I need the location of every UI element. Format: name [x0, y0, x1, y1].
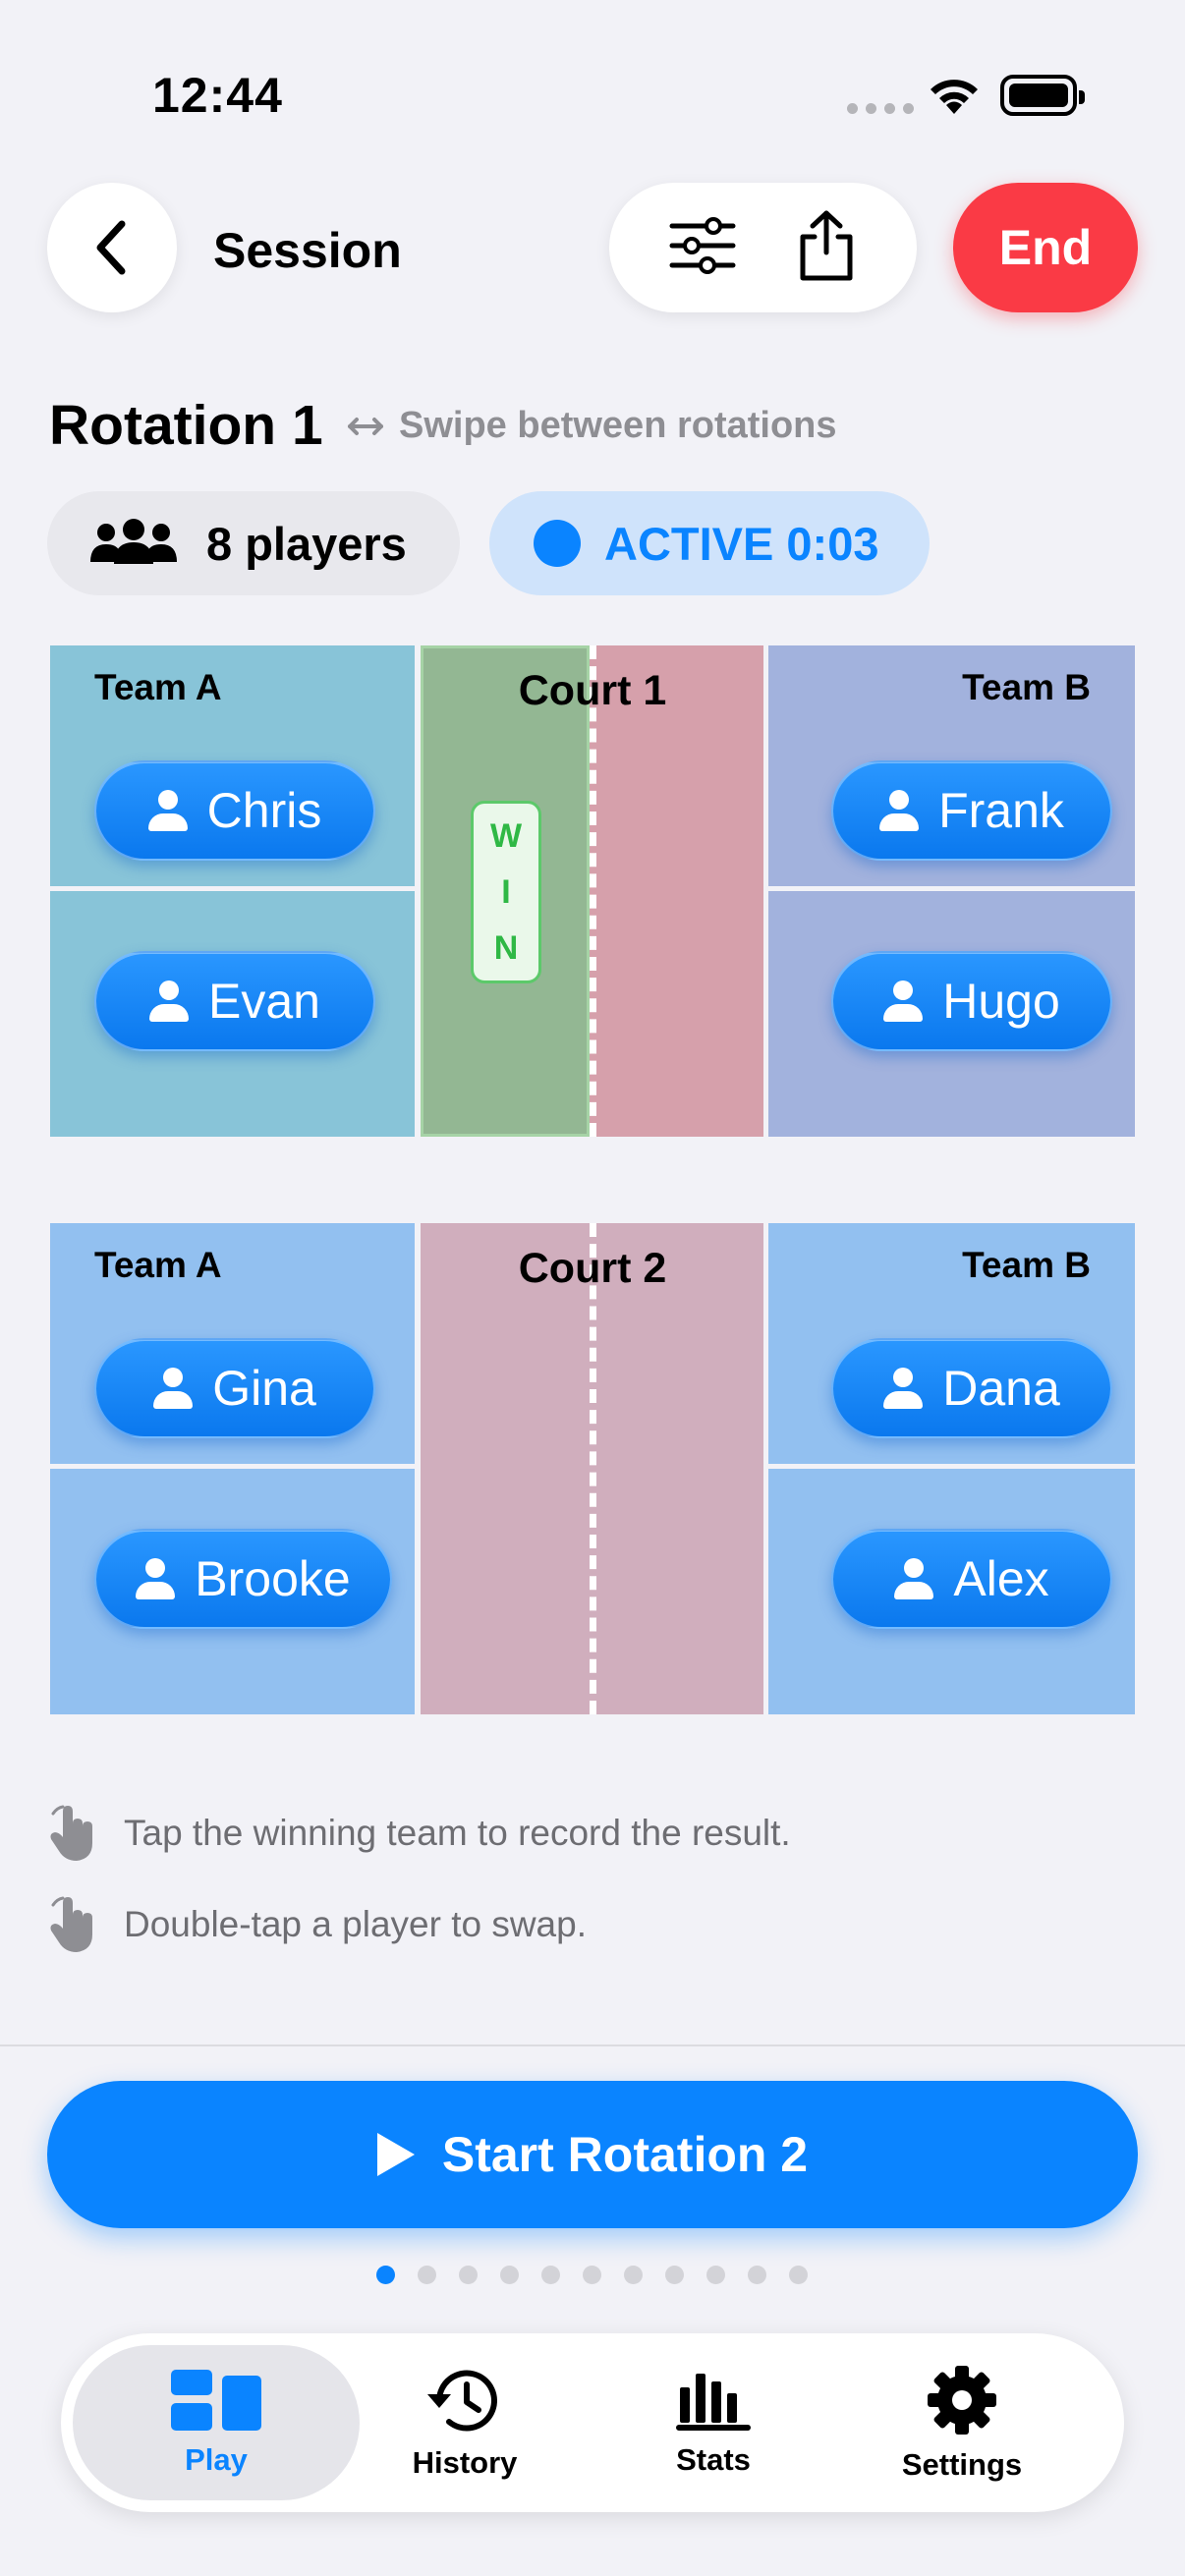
sliders-icon: [669, 216, 736, 274]
swipe-hint: Swipe between rotations: [346, 405, 837, 447]
page-dot[interactable]: [459, 2266, 478, 2284]
court-1-name: Court 1: [518, 667, 667, 714]
tab-stats[interactable]: Stats: [570, 2345, 857, 2500]
court-2-kitchen-right[interactable]: [590, 1223, 763, 1714]
player-button[interactable]: Gina: [94, 1338, 375, 1438]
court-2-kitchen-left[interactable]: [421, 1223, 590, 1714]
player-button[interactable]: Frank: [831, 760, 1112, 861]
start-rotation-label: Start Rotation 2: [441, 2127, 809, 2182]
player-name: Frank: [938, 783, 1064, 838]
win-letter: I: [501, 872, 511, 911]
tab-play[interactable]: Play: [73, 2345, 360, 2500]
swap-horizontal-icon: [348, 417, 383, 435]
play-icon: [376, 2133, 415, 2176]
player-name: Brooke: [195, 1551, 351, 1606]
player-button[interactable]: Hugo: [831, 951, 1112, 1051]
court-1-kitchen-right[interactable]: [590, 645, 763, 1137]
active-status-label: ACTIVE 0:03: [604, 517, 879, 570]
person-icon: [894, 1558, 934, 1599]
player-name: Alex: [953, 1551, 1049, 1606]
page-dot[interactable]: [665, 2266, 684, 2284]
person-icon: [147, 790, 188, 831]
page-dot[interactable]: [706, 2266, 725, 2284]
person-icon: [153, 1368, 194, 1409]
win-letter: N: [493, 928, 519, 967]
stats-icon: [676, 2374, 751, 2431]
hint-text: Double-tap a player to swap.: [124, 1904, 587, 1944]
hand-tap-icon: [50, 1805, 92, 1861]
player-name: Gina: [212, 1361, 316, 1416]
player-button[interactable]: Evan: [94, 951, 375, 1051]
back-button[interactable]: [47, 183, 177, 312]
hand-tap-icon: [50, 1896, 92, 1952]
hint-row: Tap the winning team to record the resul…: [47, 1804, 791, 1863]
tab-bar: Play History Stats Settings: [61, 2333, 1124, 2512]
page-dot[interactable]: [748, 2266, 766, 2284]
start-rotation-button[interactable]: Start Rotation 2: [47, 2081, 1138, 2228]
gear-icon: [928, 2366, 996, 2435]
win-letter: W: [489, 816, 523, 855]
share-icon: [800, 210, 853, 280]
player-button[interactable]: Chris: [94, 760, 375, 861]
player-button[interactable]: Alex: [831, 1529, 1112, 1629]
person-icon: [149, 980, 190, 1022]
divider: [0, 2044, 1185, 2046]
page-dot[interactable]: [500, 2266, 519, 2284]
page-dot[interactable]: [624, 2266, 643, 2284]
win-badge[interactable]: W I N: [471, 801, 541, 983]
tab-label: History: [412, 2445, 518, 2480]
play-tab-icon: [171, 2370, 261, 2431]
status-time: 12:44: [152, 68, 283, 123]
hint-row: Double-tap a player to swap.: [47, 1895, 587, 1954]
page-dot[interactable]: [583, 2266, 601, 2284]
court-2-net: [590, 1223, 596, 1714]
share-button[interactable]: [795, 209, 858, 287]
rotation-title: Rotation 1: [49, 394, 323, 457]
tab-history[interactable]: History: [321, 2345, 608, 2500]
player-button[interactable]: Brooke: [94, 1529, 392, 1629]
chevron-left-icon: [96, 220, 126, 275]
cellular-signal-icon: [847, 103, 914, 114]
tab-label: Settings: [901, 2447, 1023, 2482]
tab-label: Play: [185, 2442, 248, 2477]
tab-label: Stats: [676, 2442, 751, 2477]
player-name: Chris: [206, 783, 322, 838]
people-icon: [90, 519, 177, 564]
page-dot[interactable]: [418, 2266, 436, 2284]
battery-icon: [1000, 75, 1085, 116]
page-dot[interactable]: [376, 2266, 395, 2284]
person-icon: [883, 980, 924, 1022]
player-button[interactable]: Dana: [831, 1338, 1112, 1438]
filter-button[interactable]: [668, 216, 737, 280]
player-name: Evan: [208, 974, 320, 1029]
page-title: Session: [213, 223, 402, 278]
person-icon: [883, 1368, 924, 1409]
tab-settings[interactable]: Settings: [818, 2345, 1105, 2500]
page-dot[interactable]: [541, 2266, 560, 2284]
player-name: Hugo: [942, 974, 1060, 1029]
active-status-pill: ACTIVE 0:03: [489, 491, 930, 595]
person-icon: [879, 790, 920, 831]
toolbar-group: [609, 183, 917, 312]
history-icon: [427, 2370, 497, 2432]
player-name: Dana: [942, 1361, 1060, 1416]
page-dot[interactable]: [789, 2266, 808, 2284]
wifi-icon: [931, 80, 978, 114]
players-count-label: 8 players: [206, 517, 407, 570]
page-indicator[interactable]: [376, 2266, 808, 2284]
court-2-name: Court 2: [518, 1245, 667, 1292]
active-dot-icon: [534, 520, 581, 567]
hint-text: Tap the winning team to record the resul…: [124, 1813, 791, 1853]
swipe-hint-text: Swipe between rotations: [399, 405, 837, 446]
court-1-net: [590, 645, 596, 1137]
court-2: Team A Team B Court 2 Gina Brooke Dana A…: [50, 1223, 1135, 1714]
players-count-pill: 8 players: [47, 491, 460, 595]
court-1: Team A Team B Court 1 W I N Chris Evan F…: [50, 645, 1135, 1137]
end-session-button[interactable]: End: [953, 183, 1138, 312]
person-icon: [136, 1558, 176, 1599]
